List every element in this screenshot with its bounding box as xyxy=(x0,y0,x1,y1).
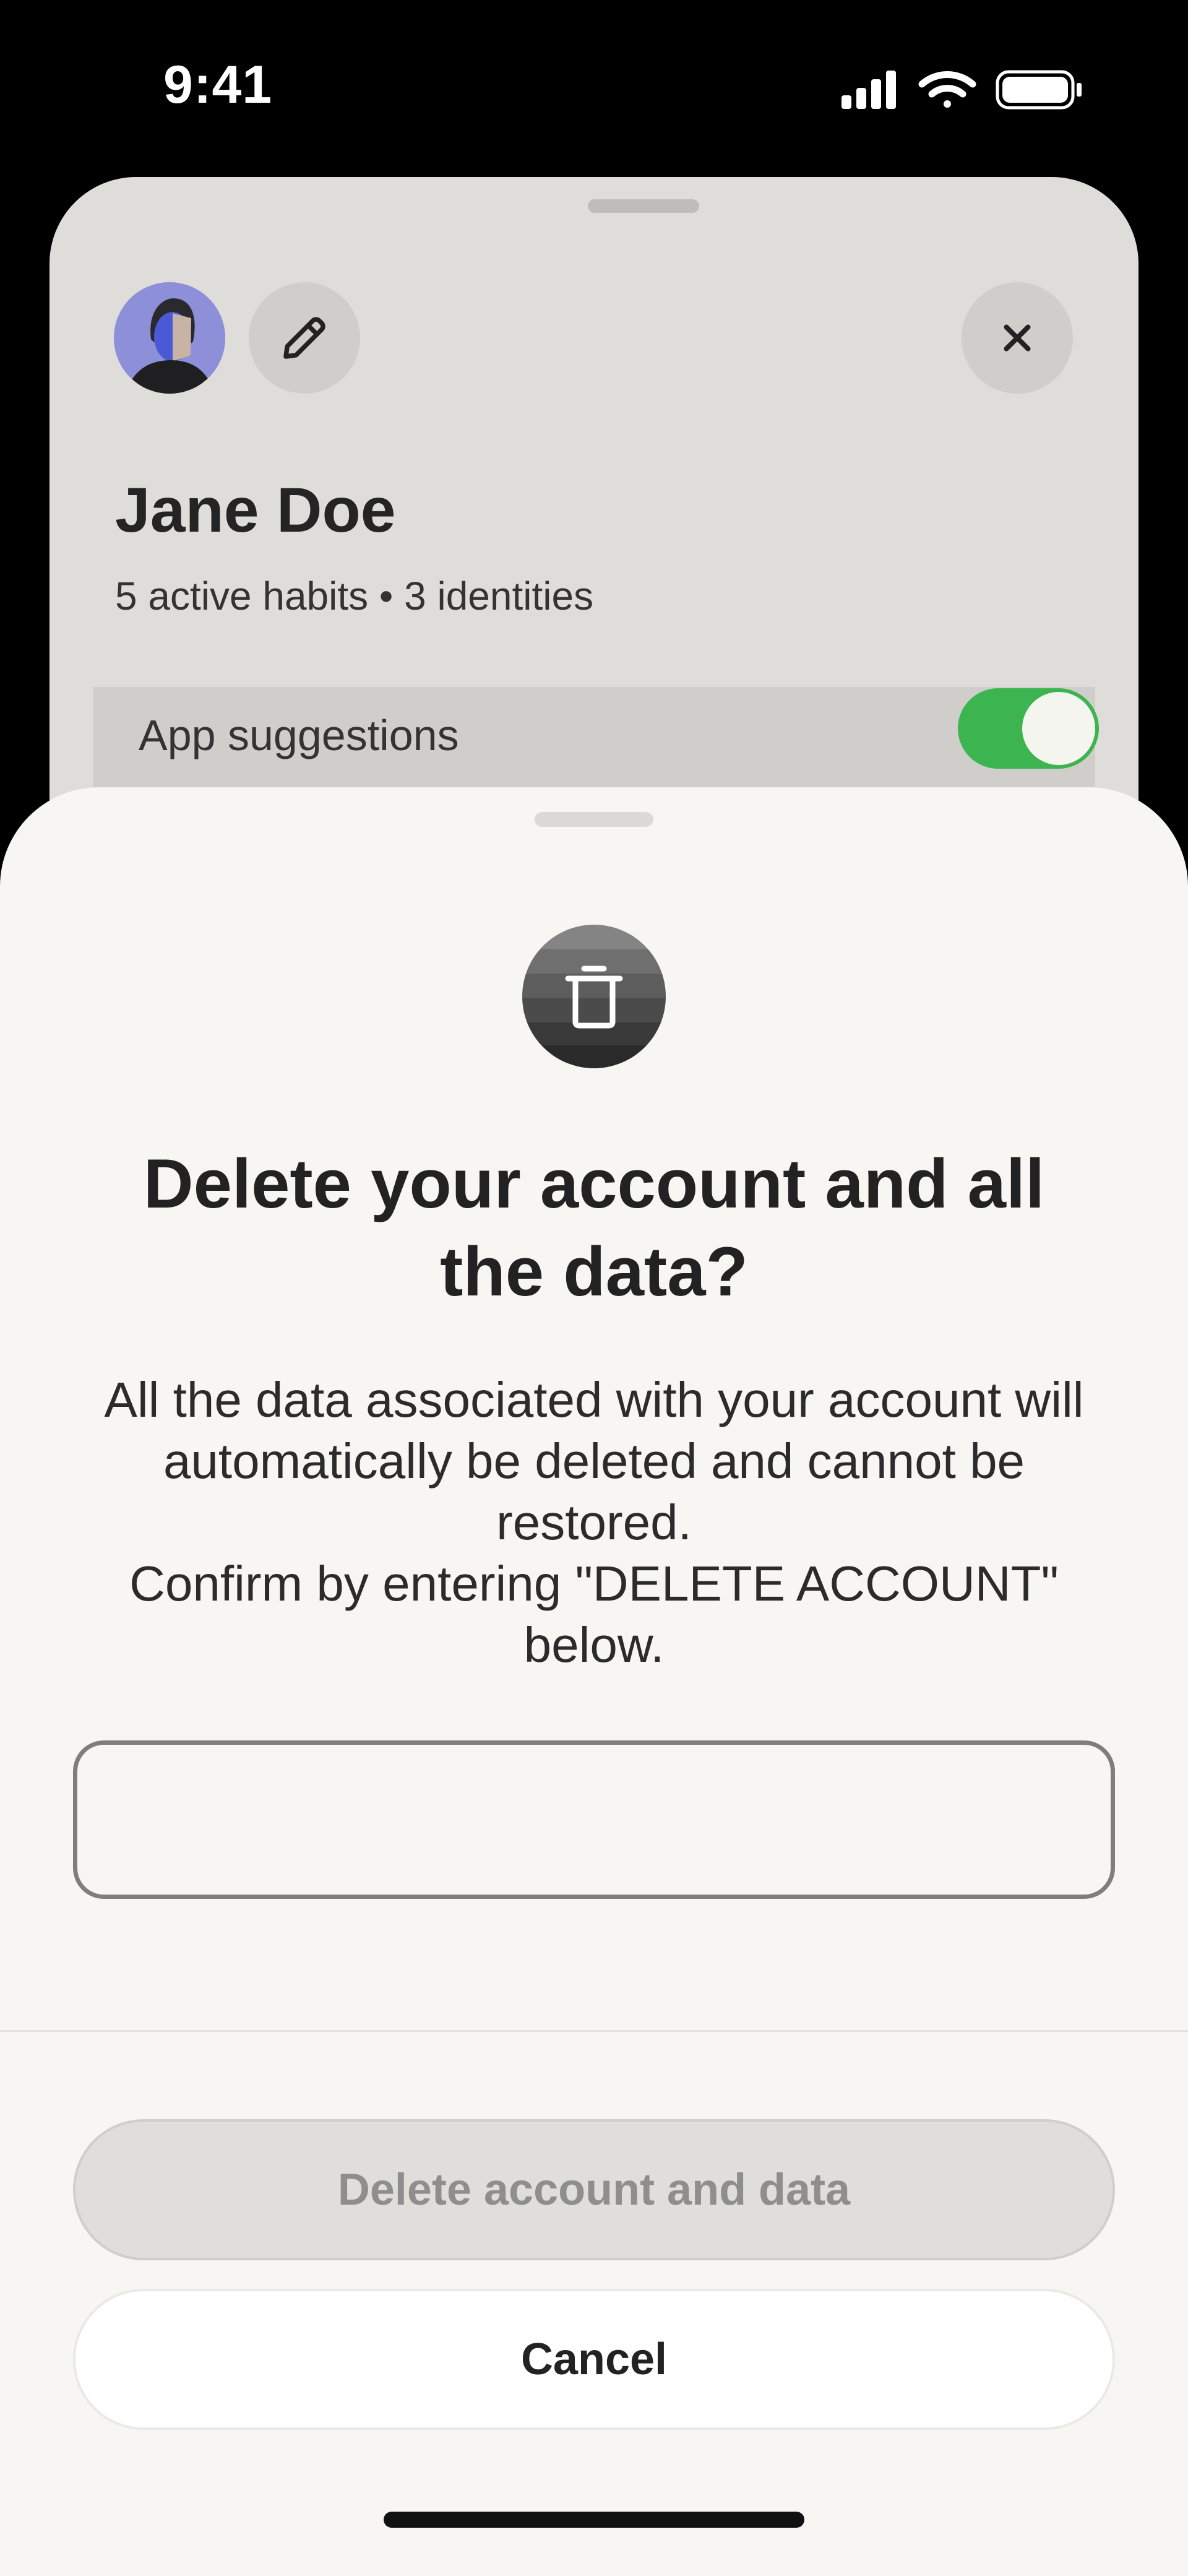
trash-icon-badge xyxy=(522,925,666,1068)
profile-stats: 5 active habits • 3 identities xyxy=(115,574,594,618)
wifi-icon xyxy=(918,71,976,108)
profile-name: Jane Doe xyxy=(115,475,396,545)
status-bar: 9:41 xyxy=(0,0,1188,167)
status-time: 9:41 xyxy=(163,55,273,115)
status-icons xyxy=(842,68,1089,115)
close-icon xyxy=(1004,324,1031,352)
pencil-icon xyxy=(283,317,325,359)
dialog-body-instruction: Confirm by entering "DELETE ACCOUNT" bel… xyxy=(129,1556,1059,1672)
sheet-grabber[interactable] xyxy=(535,812,653,827)
dialog-title: Delete your account and all the data? xyxy=(143,1145,1045,1310)
trash-icon xyxy=(565,966,623,1029)
divider xyxy=(0,2030,1188,2032)
app-suggestions-toggle[interactable] xyxy=(958,688,1099,769)
battery-icon xyxy=(996,70,1082,110)
delete-account-button[interactable]: Delete account and data xyxy=(73,2119,1115,2260)
app-suggestions-label: App suggestions xyxy=(139,711,459,759)
sheet-grabber[interactable] xyxy=(588,199,699,213)
cellular-signal-icon xyxy=(842,71,896,109)
close-button[interactable] xyxy=(962,282,1073,394)
dialog-body-warning: All the data associated with your accoun… xyxy=(104,1372,1084,1550)
home-indicator xyxy=(384,2512,804,2528)
cancel-button[interactable]: Cancel xyxy=(73,2289,1115,2430)
confirm-delete-input[interactable] xyxy=(73,1740,1115,1899)
edit-profile-button[interactable] xyxy=(249,282,360,394)
avatar[interactable] xyxy=(114,282,225,394)
delete-account-sheet: Delete your account and all the data? Al… xyxy=(0,787,1188,2576)
toggle-knob xyxy=(1022,692,1095,765)
dialog-body: All the data associated with your accoun… xyxy=(68,1369,1120,1675)
